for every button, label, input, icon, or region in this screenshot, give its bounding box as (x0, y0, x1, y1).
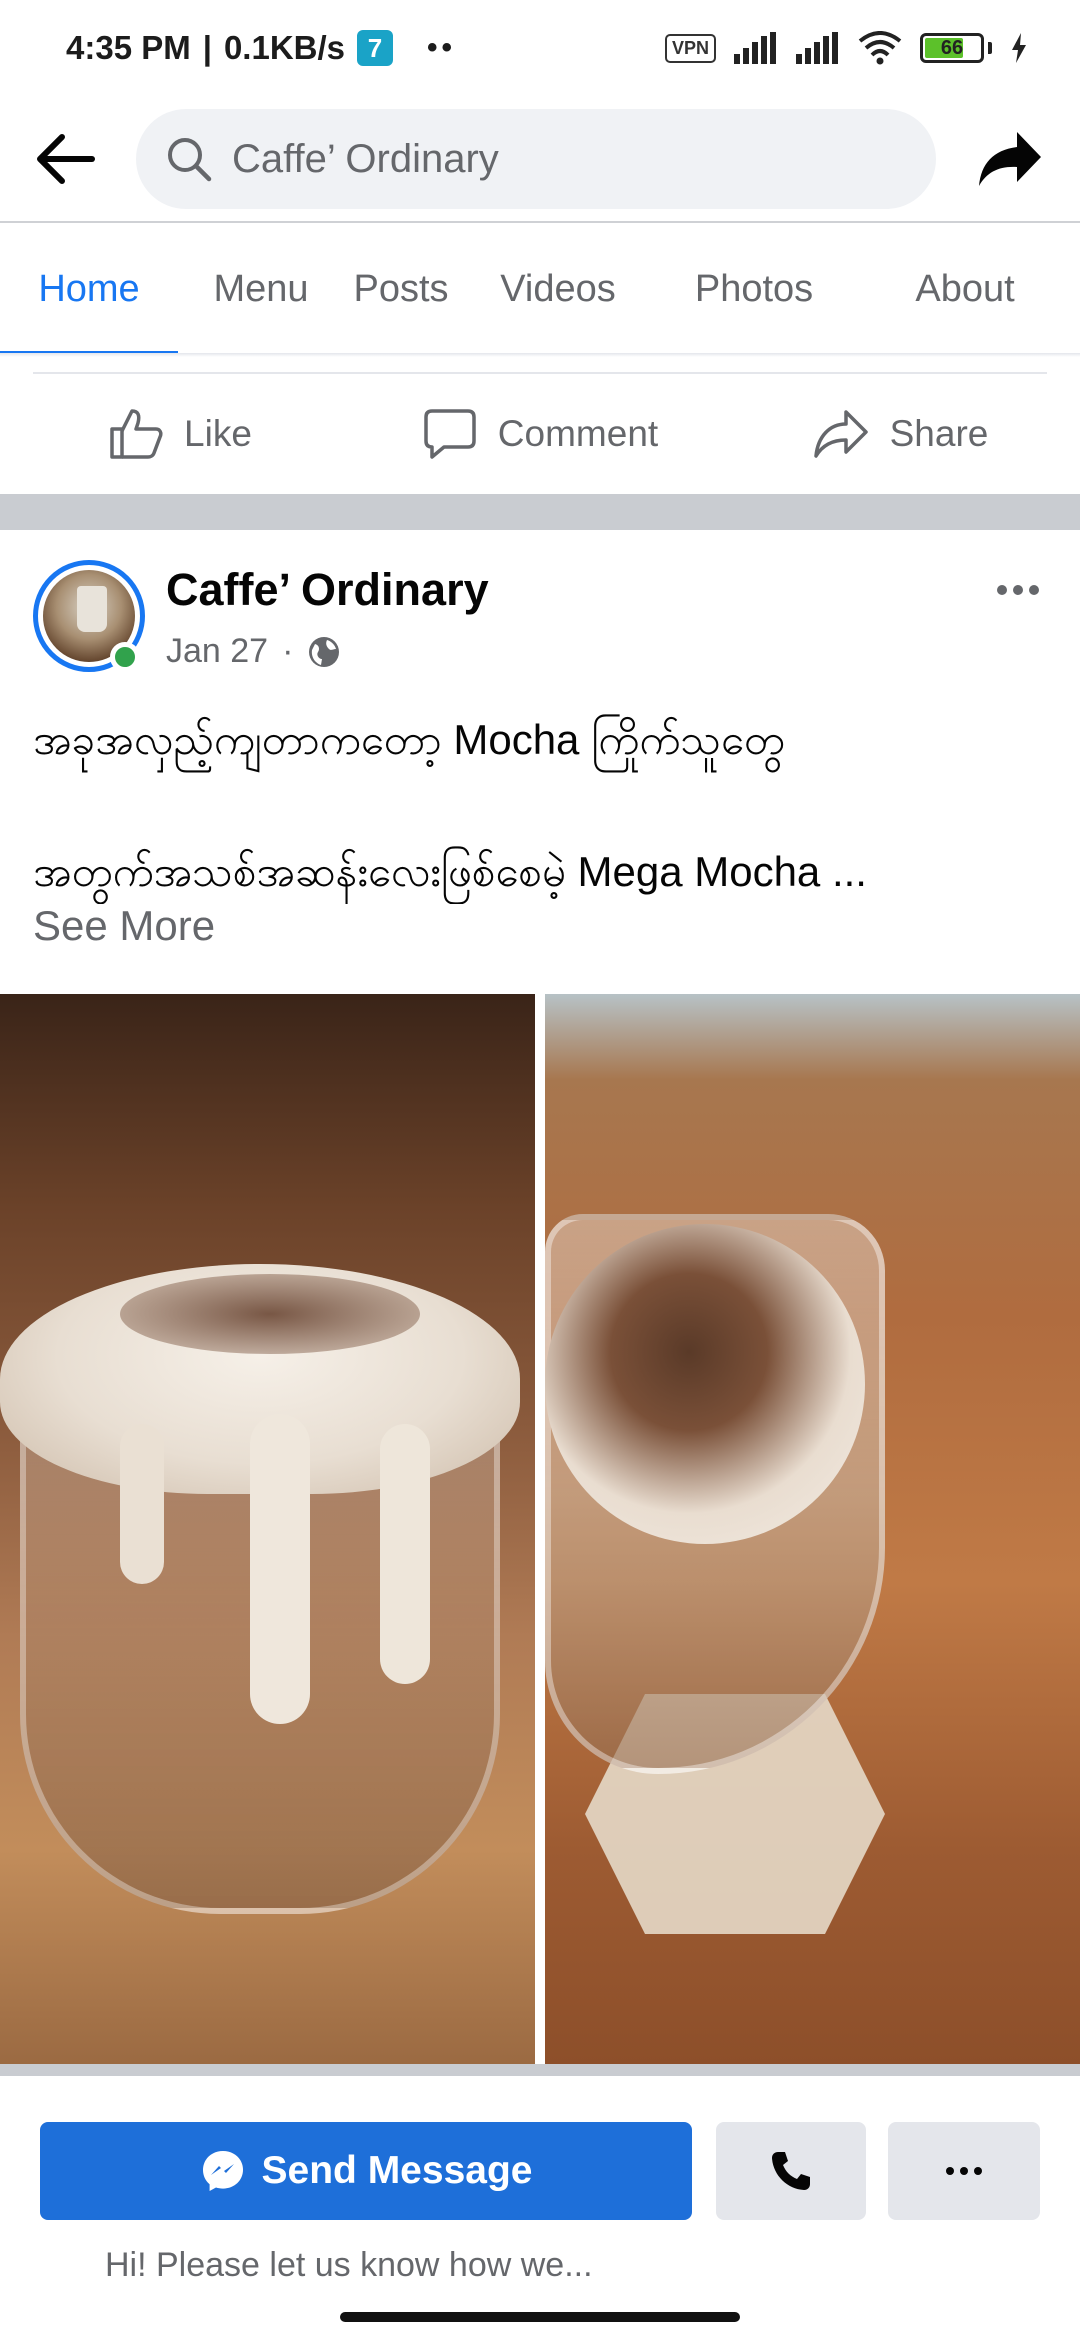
comment-button[interactable]: Comment (360, 407, 720, 461)
tab-videos[interactable]: Videos (458, 223, 658, 356)
dot (946, 2167, 954, 2175)
greeting-text: Hi! Please let us know how we... (105, 2246, 593, 2284)
dot (960, 2167, 968, 2175)
comment-label: Comment (497, 413, 659, 454)
online-status-dot (110, 642, 140, 672)
status-time: 4:35 PM (66, 29, 191, 66)
home-indicator[interactable] (340, 2312, 740, 2322)
like-label: Like (184, 413, 252, 454)
message-bar: Send Message Hi! Please let us know how … (10, 2076, 1070, 2296)
tab-posts[interactable]: Posts (344, 223, 458, 356)
battery-icon: 66 (920, 33, 984, 63)
status-speed: 0.1KB/s (223, 29, 346, 66)
bottom-separator (0, 2064, 1080, 2076)
status-dots: •• (427, 31, 457, 64)
share-button[interactable]: Share (720, 408, 1080, 460)
like-icon (110, 409, 163, 459)
post-text-line-1: အခုအလှည့်ကျတာကတော့ Mocha ကြိုက်သူတွေ (33, 716, 785, 763)
post-text-line-2: အတွက်အသစ်အဆန်းလေးဖြစ်စေမဲ့ Mega Mocha ..… (33, 848, 867, 895)
tabs-shadow (0, 353, 1080, 357)
status-divider: | (202, 29, 212, 66)
share-icon (813, 410, 868, 458)
post-meta: Jan 27 · (166, 632, 341, 671)
wifi-icon (858, 31, 902, 65)
section-separator (0, 494, 1080, 530)
app-badge-icon: 7 (357, 30, 394, 66)
search-icon (168, 138, 212, 182)
photo-mocha-left[interactable] (0, 994, 535, 2064)
cocoa-shape (120, 1274, 420, 1354)
messenger-icon (202, 2151, 243, 2191)
battery-cap (988, 42, 992, 54)
post-date[interactable]: Jan 27 (166, 632, 268, 671)
tab-about[interactable]: About (850, 223, 1080, 356)
post-photos (0, 994, 1080, 2064)
foam-shape (545, 1224, 865, 1544)
search-bar[interactable]: Caffe’ Ordinary (136, 109, 936, 209)
comment-icon (424, 409, 476, 459)
photo-mocha-right[interactable] (545, 994, 1080, 2064)
share-arrow-icon (979, 132, 1041, 186)
page-tabs: Home Menu Posts Videos Photos About (0, 223, 1080, 356)
signal-icon-2 (796, 32, 838, 64)
tab-home[interactable]: Home (0, 223, 178, 356)
status-right: VPN 66 (664, 31, 1028, 65)
more-options-button[interactable] (888, 2122, 1040, 2220)
send-message-button[interactable]: Send Message (40, 2122, 692, 2220)
dot (1029, 585, 1039, 595)
dot (974, 2167, 982, 2175)
drip-shape (250, 1414, 310, 1724)
vpn-icon: VPN (664, 33, 716, 63)
globe-icon (309, 636, 340, 667)
tab-menu[interactable]: Menu (178, 223, 344, 356)
back-arrow-icon (37, 134, 95, 184)
share-label: Share (889, 413, 989, 454)
like-button[interactable]: Like (0, 407, 360, 461)
charging-icon (1012, 33, 1026, 63)
phone-icon (772, 2152, 810, 2190)
search-input-text: Caffe’ Ordinary (232, 136, 499, 181)
page-actions: Like Comment Share (0, 374, 1080, 494)
signal-icon (734, 32, 776, 64)
status-left: 4:35 PM | 0.1KB/s 7 •• (66, 29, 456, 67)
status-bar: 4:35 PM | 0.1KB/s 7 •• VPN 66 (0, 0, 1080, 96)
battery-level: 66 (940, 36, 964, 59)
see-more-link[interactable]: See More (33, 902, 215, 950)
tab-photos[interactable]: Photos (658, 223, 850, 356)
drip-shape (120, 1424, 164, 1584)
call-button[interactable] (716, 2122, 866, 2220)
post-header: Caffe’ Ordinary Jan 27 · (0, 530, 1080, 690)
post-options-button[interactable] (988, 570, 1048, 610)
back-button[interactable] (30, 123, 102, 195)
post-author[interactable]: Caffe’ Ordinary (166, 564, 489, 616)
send-message-label: Send Message (261, 2149, 533, 2192)
share-page-button[interactable] (974, 123, 1046, 195)
avatar-cup-shape (77, 586, 107, 632)
dot (1013, 585, 1023, 595)
dot (997, 585, 1007, 595)
meta-separator: · (282, 632, 294, 670)
top-bar: Caffe’ Ordinary (0, 96, 1080, 222)
drip-shape (380, 1424, 430, 1684)
